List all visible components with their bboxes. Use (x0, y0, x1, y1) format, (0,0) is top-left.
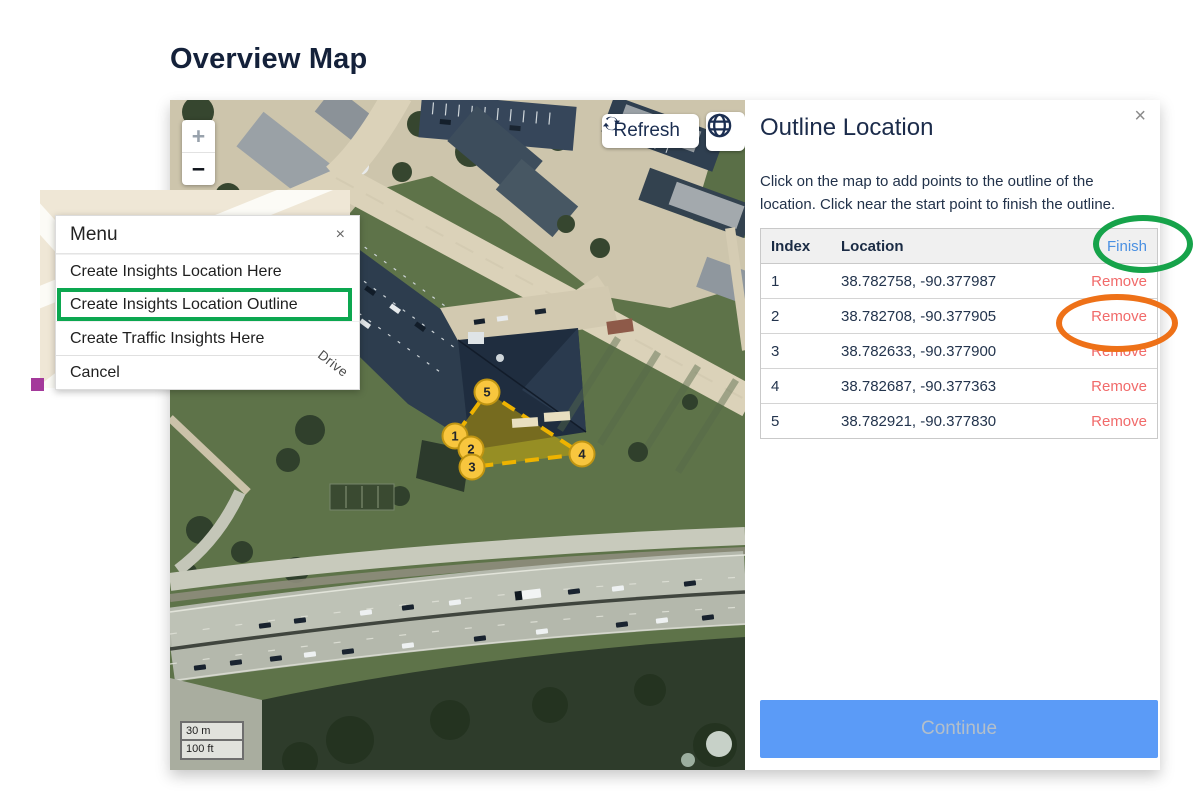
refresh-button-label: Refresh (613, 120, 680, 142)
remove-link[interactable]: Remove (1069, 308, 1157, 325)
row-index: 3 (761, 343, 841, 360)
context-menu-item[interactable]: Create Insights Location Here (56, 254, 359, 288)
panel-instructions: Click on the map to add points to the ou… (760, 170, 1138, 217)
points-table: Index Location Finish 1 38.782758, -90.3… (760, 228, 1158, 439)
finish-link[interactable]: Finish (1069, 238, 1157, 255)
zoom-control: + − (182, 120, 215, 185)
outline-marker[interactable]: 5 (475, 380, 500, 405)
context-menu-item[interactable]: Cancel (56, 355, 359, 389)
context-menu-item-label: Create Insights Location Outline (70, 296, 298, 314)
svg-text:5: 5 (483, 385, 490, 400)
table-row: 4 38.782687, -90.377363 Remove (761, 369, 1157, 404)
table-row: 3 38.782633, -90.377900 Remove (761, 334, 1157, 369)
zoom-in-button[interactable]: + (182, 120, 215, 152)
context-menu-item-label: Create Insights Location Here (70, 263, 282, 281)
header-index: Index (761, 238, 841, 255)
row-index: 4 (761, 378, 841, 395)
header-location: Location (841, 238, 1069, 255)
row-location: 38.782758, -90.377987 (841, 273, 1069, 290)
row-location: 38.782921, -90.377830 (841, 413, 1069, 430)
context-menu-item-label: Create Traffic Insights Here (70, 330, 264, 348)
panel-close-icon[interactable]: × (1134, 106, 1146, 126)
table-row: 2 38.782708, -90.377905 Remove (761, 299, 1157, 334)
row-index: 5 (761, 413, 841, 430)
context-menu-item-label: Cancel (70, 364, 120, 382)
table-row: 1 38.782758, -90.377987 Remove (761, 264, 1157, 299)
row-index: 1 (761, 273, 841, 290)
context-menu-header: Menu × (56, 216, 359, 254)
outline-location-panel: Outline Location × Click on the map to a… (745, 100, 1160, 770)
points-table-body: 1 38.782758, -90.377987 Remove 2 38.7827… (761, 264, 1157, 438)
svg-text:1: 1 (451, 429, 458, 444)
svg-text:4: 4 (578, 447, 586, 462)
row-index: 2 (761, 308, 841, 325)
context-menu-items: Create Insights Location Here Create Ins… (56, 254, 359, 389)
row-location: 38.782633, -90.377900 (841, 343, 1069, 360)
map-context-menu: Menu × Create Insights Location Here Cre… (55, 215, 360, 390)
map-poi-marker (31, 378, 44, 391)
page-title: Overview Map (170, 43, 367, 76)
context-menu-close-icon[interactable]: × (336, 226, 345, 244)
row-location: 38.782708, -90.377905 (841, 308, 1069, 325)
overview-map-page: Overview Map (0, 0, 1200, 800)
outline-marker[interactable]: 3 (460, 455, 485, 480)
remove-link[interactable]: Remove (1069, 413, 1157, 430)
continue-button[interactable]: Continue (760, 700, 1158, 758)
remove-link[interactable]: Remove (1069, 343, 1157, 360)
scale-metric: 30 m (180, 721, 244, 741)
svg-text:3: 3 (468, 460, 475, 475)
globe-layer-button[interactable] (706, 112, 745, 151)
refresh-button[interactable]: Refresh (602, 114, 699, 148)
row-location: 38.782687, -90.377363 (841, 378, 1069, 395)
table-row: 5 38.782921, -90.377830 Remove (761, 404, 1157, 438)
context-menu-item[interactable]: Create Insights Location Outline (57, 288, 352, 321)
context-menu-item[interactable]: Create Traffic Insights Here (56, 321, 359, 355)
remove-link[interactable]: Remove (1069, 378, 1157, 395)
outline-marker[interactable]: 4 (570, 442, 595, 467)
zoom-out-button[interactable]: − (182, 152, 215, 185)
panel-title: Outline Location (760, 114, 933, 142)
scale-control: 30 m 100 ft (180, 721, 244, 760)
points-table-header: Index Location Finish (761, 229, 1157, 264)
scale-imperial: 100 ft (180, 741, 244, 760)
remove-link[interactable]: Remove (1069, 273, 1157, 290)
context-menu-title: Menu (70, 224, 336, 246)
